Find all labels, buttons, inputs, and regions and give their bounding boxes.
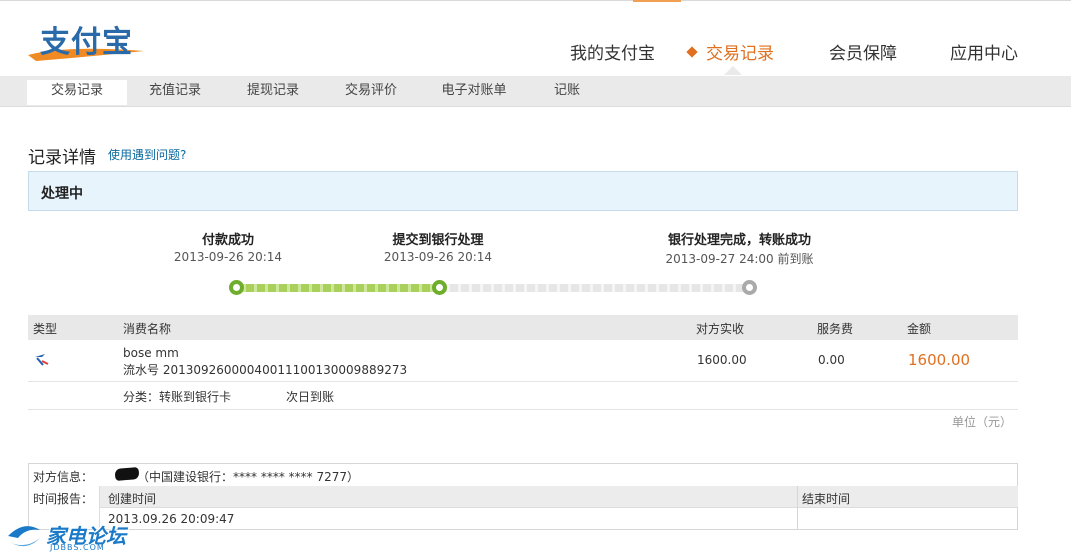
main-nav: 我的支付宝 交易记录 会员保障 应用中心 xyxy=(0,39,1071,65)
divider xyxy=(797,508,798,530)
col-amount: 金额 xyxy=(907,322,932,336)
divider xyxy=(797,486,798,508)
subnav-recharge[interactable]: 充值记录 xyxy=(135,80,215,105)
step-time: 2013-09-26 20:14 xyxy=(383,250,493,264)
col-fee: 服务费 xyxy=(817,322,854,336)
created-header: 创建时间 xyxy=(108,492,157,506)
status-banner: 处理中 xyxy=(28,171,1018,211)
step-time: 2013-09-26 20:14 xyxy=(173,250,283,264)
col-received: 对方实收 xyxy=(696,322,745,336)
step-node-done-icon xyxy=(432,280,447,295)
counterparty-value: （中国建设银行：**** **** **** 7277） xyxy=(137,470,359,484)
redacted-name xyxy=(114,466,140,482)
step-bank-complete: 银行处理完成，转账成功 2013-09-27 24:00 前到账 xyxy=(652,229,827,267)
counterparty-label: 对方信息： xyxy=(33,470,94,484)
step-title: 付款成功 xyxy=(201,233,254,248)
unit-label: 单位（元） xyxy=(952,415,1013,429)
nav-transactions-label: 交易记录 xyxy=(706,44,774,64)
item-name: bose mm xyxy=(123,346,179,360)
time-table-row: 2013.09.26 20:09:47 xyxy=(99,508,1018,530)
watermark-subtext: JDBBS.COM xyxy=(50,543,105,552)
sub-nav: 交易记录 充值记录 提现记录 交易评价 电子对账单 记账 xyxy=(0,76,1071,107)
subnav-statement[interactable]: 电子对账单 xyxy=(432,80,516,105)
category-text: 分类：转账到银行卡 xyxy=(123,390,232,404)
detail-table-header: 类型 消费名称 对方实收 服务费 金额 xyxy=(28,315,1018,340)
nav-transactions[interactable]: 交易记录 xyxy=(686,39,774,64)
arrival-text: 次日到账 xyxy=(286,390,335,404)
subnav-withdraw[interactable]: 提现记录 xyxy=(233,80,313,105)
received-value: 1600.00 xyxy=(697,353,747,367)
progress-pending xyxy=(439,284,749,292)
col-type: 类型 xyxy=(33,322,58,336)
item-serial: 流水号 20130926000040011100130009889273 xyxy=(123,363,408,377)
progress-track xyxy=(229,280,757,295)
help-link[interactable]: 使用遇到问题? xyxy=(108,146,186,163)
header: 支付宝 我的支付宝 交易记录 会员保障 应用中心 xyxy=(0,1,1071,76)
time-table-header: 创建时间 结束时间 xyxy=(99,486,1018,508)
step-submitted-bank: 提交到银行处理 2013-09-26 20:14 xyxy=(378,229,498,264)
nav-app-center[interactable]: 应用中心 xyxy=(950,39,1018,64)
step-title: 提交到银行处理 xyxy=(392,233,484,248)
subnav-bookkeeping[interactable]: 记账 xyxy=(537,80,597,105)
ended-header: 结束时间 xyxy=(802,492,851,506)
nav-member-protection[interactable]: 会员保障 xyxy=(829,39,897,64)
table-row: bose mm 流水号 2013092600004001110013000988… xyxy=(28,340,1018,382)
step-payment-success: 付款成功 2013-09-26 20:14 xyxy=(168,229,288,264)
subnav-reviews[interactable]: 交易评价 xyxy=(331,80,411,105)
step-time: 2013-09-27 24:00 前到账 xyxy=(665,252,814,266)
step-node-done-icon xyxy=(229,280,244,295)
page-title: 记录详情 xyxy=(28,148,96,168)
transfer-icon xyxy=(35,354,49,366)
active-dot-icon xyxy=(686,46,698,58)
time-table: 创建时间 结束时间 2013.09.26 20:09:47 xyxy=(99,486,1018,530)
status-text: 处理中 xyxy=(41,186,83,202)
step-node-pending-icon xyxy=(742,280,757,295)
col-name: 消费名称 xyxy=(123,322,172,336)
watermark-logo-icon xyxy=(8,526,40,547)
fee-value: 0.00 xyxy=(818,353,845,367)
subnav-transactions[interactable]: 交易记录 xyxy=(27,80,127,105)
time-report-label: 时间报告： xyxy=(33,492,94,506)
nav-my-alipay[interactable]: 我的支付宝 xyxy=(570,39,655,64)
table-row-meta: 分类：转账到银行卡 次日到账 xyxy=(28,382,1018,410)
amount-value: 1600.00 xyxy=(908,351,971,369)
step-title: 银行处理完成，转账成功 xyxy=(667,233,811,248)
nav-caret-icon xyxy=(724,66,742,75)
info-panel: 对方信息： （中国建设银行：**** **** **** 7277） 时间报告：… xyxy=(28,463,1018,530)
forum-watermark: 家电论坛 JDBBS.COM xyxy=(4,518,134,554)
progress-done xyxy=(235,284,439,292)
